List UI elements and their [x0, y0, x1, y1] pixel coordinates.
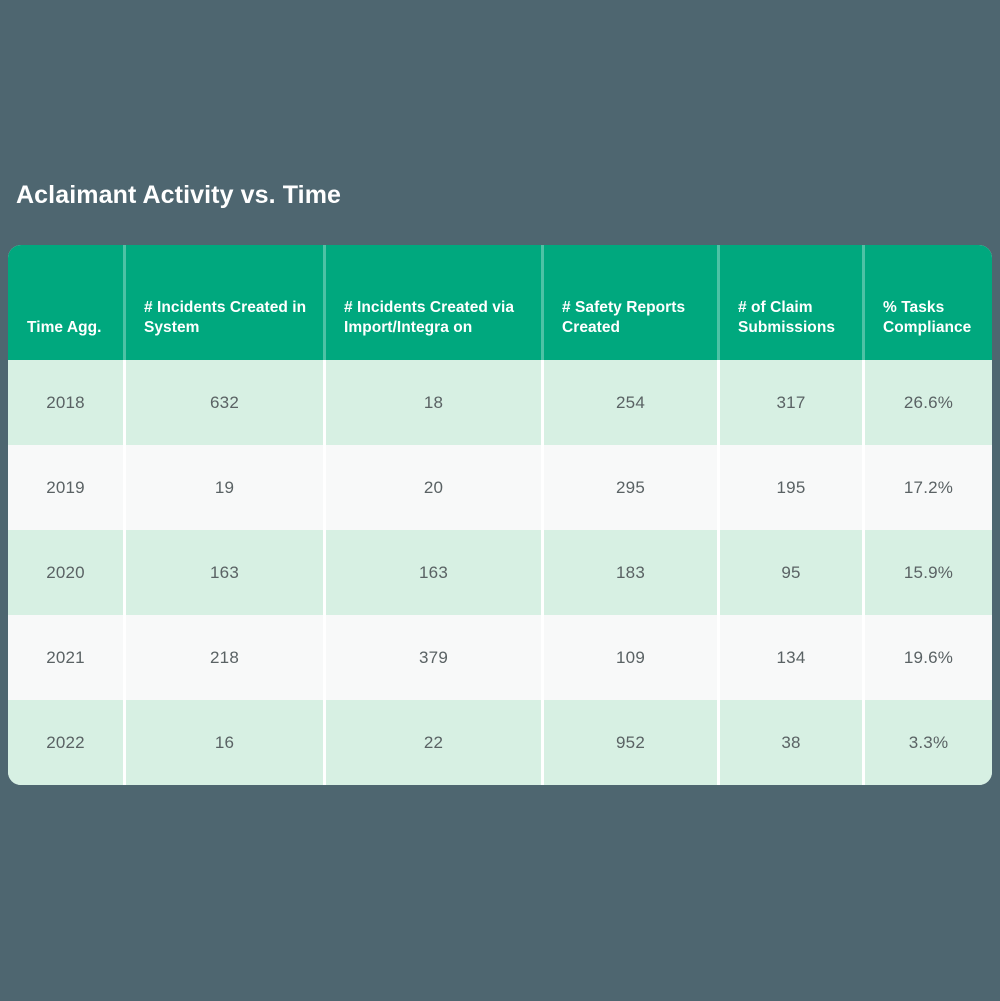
- activity-table: Time Agg. # Incidents Created in System …: [8, 245, 992, 785]
- cell-safety-reports: 952: [541, 700, 717, 785]
- table-row: 2018 632 18 254 317 26.6%: [8, 360, 992, 445]
- cell-incidents-system: 632: [123, 360, 323, 445]
- cell-tasks-compliance: 3.3%: [862, 700, 992, 785]
- cell-time-agg: 2019: [8, 445, 123, 530]
- cell-claim-submissions: 38: [717, 700, 862, 785]
- cell-time-agg: 2021: [8, 615, 123, 700]
- table-row: 2019 19 20 295 195 17.2%: [8, 445, 992, 530]
- table-header-row: Time Agg. # Incidents Created in System …: [8, 245, 992, 360]
- table-row: 2022 16 22 952 38 3.3%: [8, 700, 992, 785]
- cell-claim-submissions: 317: [717, 360, 862, 445]
- cell-tasks-compliance: 17.2%: [862, 445, 992, 530]
- cell-incidents-system: 163: [123, 530, 323, 615]
- activity-table-card: Time Agg. # Incidents Created in System …: [8, 245, 992, 785]
- cell-safety-reports: 109: [541, 615, 717, 700]
- column-header-safety-reports[interactable]: # Safety Reports Created: [541, 245, 717, 360]
- column-header-incidents-system[interactable]: # Incidents Created in System: [123, 245, 323, 360]
- page-title: Aclaimant Activity vs. Time: [16, 181, 342, 209]
- cell-tasks-compliance: 26.6%: [862, 360, 992, 445]
- cell-incidents-import: 18: [323, 360, 541, 445]
- cell-incidents-import: 163: [323, 530, 541, 615]
- cell-time-agg: 2020: [8, 530, 123, 615]
- table-row: 2020 163 163 183 95 15.9%: [8, 530, 992, 615]
- cell-safety-reports: 295: [541, 445, 717, 530]
- cell-time-agg: 2022: [8, 700, 123, 785]
- column-header-incidents-import[interactable]: # Incidents Created via Import/Integra o…: [323, 245, 541, 360]
- cell-claim-submissions: 195: [717, 445, 862, 530]
- column-header-claim-submissions[interactable]: # of Claim Submissions: [717, 245, 862, 360]
- cell-safety-reports: 254: [541, 360, 717, 445]
- cell-claim-submissions: 95: [717, 530, 862, 615]
- table-row: 2021 218 379 109 134 19.6%: [8, 615, 992, 700]
- cell-claim-submissions: 134: [717, 615, 862, 700]
- column-header-time-agg[interactable]: Time Agg.: [8, 245, 123, 360]
- table-body: 2018 632 18 254 317 26.6% 2019 19 20 295…: [8, 360, 992, 785]
- cell-incidents-import: 22: [323, 700, 541, 785]
- table-header: Time Agg. # Incidents Created in System …: [8, 245, 992, 360]
- cell-time-agg: 2018: [8, 360, 123, 445]
- cell-incidents-system: 19: [123, 445, 323, 530]
- cell-tasks-compliance: 15.9%: [862, 530, 992, 615]
- cell-incidents-import: 20: [323, 445, 541, 530]
- cell-tasks-compliance: 19.6%: [862, 615, 992, 700]
- column-header-tasks-compliance[interactable]: % Tasks Compliance: [862, 245, 992, 360]
- cell-safety-reports: 183: [541, 530, 717, 615]
- cell-incidents-import: 379: [323, 615, 541, 700]
- cell-incidents-system: 218: [123, 615, 323, 700]
- cell-incidents-system: 16: [123, 700, 323, 785]
- screenshot-canvas: Aclaimant Activity vs. Time Time Agg. # …: [0, 0, 1000, 1001]
